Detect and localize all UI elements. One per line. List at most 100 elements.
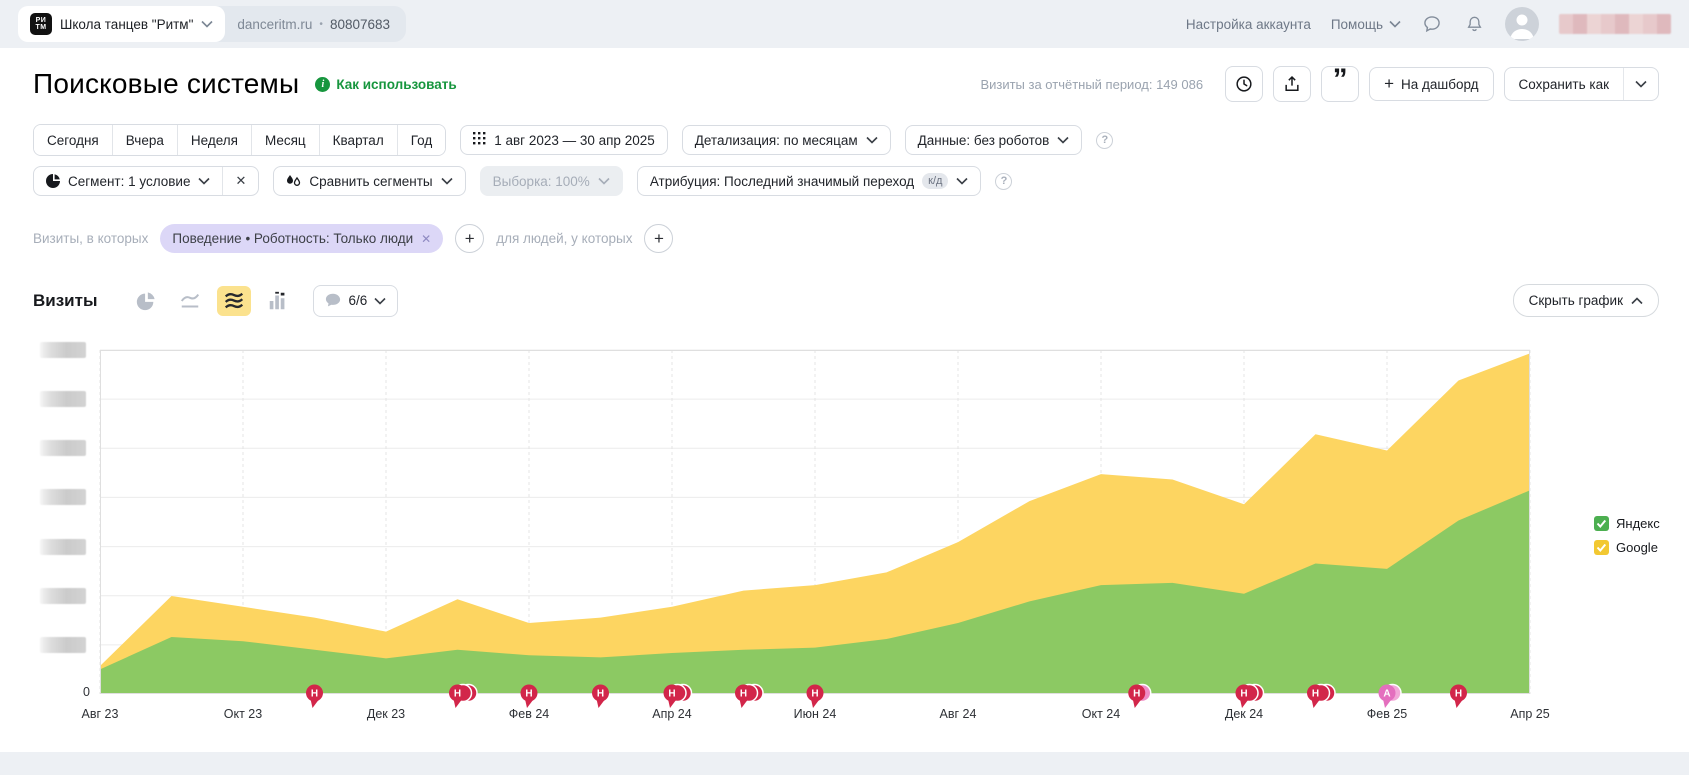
svg-text:Фев 24: Фев 24 — [509, 707, 550, 721]
help-question-icon[interactable]: ? — [1096, 132, 1113, 149]
chevron-down-icon — [198, 177, 210, 185]
svg-text:А: А — [1383, 689, 1390, 700]
plus-icon: + — [1384, 74, 1394, 94]
range-quarter[interactable]: Квартал — [319, 125, 397, 155]
save-as-menu-toggle[interactable] — [1623, 68, 1658, 100]
chart-type-columns-icon[interactable] — [261, 286, 295, 316]
quotes-annotations-button[interactable]: ” — [1321, 66, 1359, 102]
segment-label: Сегмент: 1 условие — [68, 174, 190, 189]
attribution-badge: к/д — [922, 173, 948, 189]
range-year[interactable]: Год — [397, 125, 446, 155]
metric-label: Визиты — [33, 291, 97, 311]
to-dashboard-button[interactable]: + На дашборд — [1369, 67, 1493, 101]
visits-period-summary: Визиты за отчётный период: 149 086 — [980, 77, 1203, 92]
chart-type-pie-icon[interactable] — [129, 286, 163, 316]
data-mode-label: Данные: без роботов — [918, 133, 1050, 148]
svg-text:Окт 23: Окт 23 — [224, 707, 262, 721]
svg-text:Апр 24: Апр 24 — [652, 707, 691, 721]
account-settings-link[interactable]: Настройка аккаунта — [1186, 17, 1311, 32]
add-visit-condition-button[interactable]: + — [455, 224, 484, 253]
date-range-button[interactable]: 1 авг 2023 — 30 апр 2025 — [460, 125, 668, 155]
svg-text:Н: Н — [1455, 689, 1462, 700]
how-to-use-link[interactable]: i Как использовать — [315, 77, 456, 92]
chevron-down-icon — [866, 136, 878, 144]
chat-bubble-icon[interactable] — [1421, 13, 1443, 35]
sampling-dropdown[interactable]: Выборка: 100% — [480, 166, 623, 196]
legend-yandex-label: Яндекс — [1616, 516, 1660, 531]
svg-text:Н: Н — [525, 689, 532, 700]
date-filters-row: Сегодня Вчера Неделя Месяц Квартал Год 1… — [33, 124, 1113, 156]
save-as-button[interactable]: Сохранить как — [1505, 68, 1623, 100]
chevron-down-icon — [374, 297, 386, 305]
hide-chart-button[interactable]: Скрыть график — [1513, 284, 1659, 317]
avatar[interactable] — [1505, 7, 1539, 41]
stacked-area-plot[interactable]: Авг 23Окт 23Дек 23Фев 24Апр 24Июн 24Авг … — [100, 350, 1530, 754]
segment-clear-button[interactable]: ✕ — [222, 167, 258, 195]
for-people-label: для людей, у которых — [496, 231, 632, 246]
svg-text:Н: Н — [311, 689, 318, 700]
svg-text:Дек 23: Дек 23 — [367, 707, 405, 721]
add-people-condition-button[interactable]: + — [644, 224, 673, 253]
svg-text:Дек 24: Дек 24 — [1225, 707, 1263, 721]
chart-toolbar: Визиты 6/6 Скрыть график — [33, 284, 1659, 317]
range-month[interactable]: Месяц — [251, 125, 319, 155]
svg-text:Н: Н — [454, 689, 461, 700]
svg-text:Авг 24: Авг 24 — [940, 707, 977, 721]
chip-close-icon[interactable]: ✕ — [421, 232, 431, 246]
chart-type-line-icon[interactable] — [173, 286, 207, 316]
chart-legend: Яндекс Google — [1594, 516, 1660, 555]
chart-type-stacked-area-icon[interactable] — [217, 286, 251, 316]
report-card: Поисковые системы i Как использовать Виз… — [0, 48, 1689, 752]
site-switcher[interactable]: РИТМ Школа танцев "Ритм" — [18, 6, 225, 42]
legend-item-google[interactable]: Google — [1594, 540, 1660, 555]
counter-id: 80807683 — [330, 17, 390, 32]
pie-segment-icon — [46, 174, 60, 188]
legend-google-checkbox[interactable] — [1594, 540, 1609, 555]
how-to-use-label: Как использовать — [336, 77, 456, 92]
compare-segments-dropdown[interactable]: Сравнить сегменты — [273, 166, 465, 196]
conditions-row: Визиты, в которых Поведение • Роботность… — [33, 224, 673, 253]
export-button[interactable] — [1273, 66, 1311, 102]
comments-dropdown[interactable]: 6/6 — [313, 285, 398, 317]
chevron-down-icon — [598, 177, 610, 185]
y-axis-zero-label: 0 — [52, 685, 90, 699]
counter-switcher-group: РИТМ Школа танцев "Ритм" danceritm.ru • … — [18, 6, 406, 42]
svg-text:Апр 25: Апр 25 — [1510, 707, 1549, 721]
info-icon: i — [315, 77, 330, 92]
segments-row: Сегмент: 1 условие ✕ Сравнить сегменты В… — [33, 166, 1012, 196]
site-name: Школа танцев "Ритм" — [60, 17, 193, 32]
behavior-robots-chip[interactable]: Поведение • Роботность: Только люди ✕ — [160, 224, 443, 253]
segment-dropdown[interactable]: Сегмент: 1 условие — [34, 167, 222, 195]
range-week[interactable]: Неделя — [177, 125, 251, 155]
legend-google-label: Google — [1616, 540, 1658, 555]
to-dashboard-label: На дашборд — [1401, 77, 1479, 92]
counter-domain: danceritm.ru — [237, 17, 312, 32]
help-menu[interactable]: Помощь — [1331, 15, 1401, 33]
history-clock-button[interactable] — [1225, 66, 1263, 102]
report-header: Поисковые системы i Как использовать Виз… — [33, 66, 1659, 102]
topbar: РИТМ Школа танцев "Ритм" danceritm.ru • … — [0, 0, 1689, 48]
range-today[interactable]: Сегодня — [34, 125, 112, 155]
svg-text:Н: Н — [1240, 689, 1247, 700]
attribution-label: Атрибуция: Последний значимый переход — [650, 174, 914, 189]
data-mode-dropdown[interactable]: Данные: без роботов — [905, 125, 1083, 155]
compare-segments-label: Сравнить сегменты — [309, 174, 432, 189]
attribution-dropdown[interactable]: Атрибуция: Последний значимый переход к/… — [637, 166, 982, 196]
chevron-down-icon — [1057, 136, 1069, 144]
site-logo: РИТМ — [30, 13, 52, 35]
notifications-bell-icon[interactable] — [1463, 13, 1485, 35]
svg-text:Н: Н — [1133, 689, 1140, 700]
range-yesterday[interactable]: Вчера — [112, 125, 177, 155]
svg-text:Окт 24: Окт 24 — [1082, 707, 1120, 721]
legend-yandex-checkbox[interactable] — [1594, 516, 1609, 531]
redacted-username — [1559, 14, 1671, 34]
legend-item-yandex[interactable]: Яндекс — [1594, 516, 1660, 531]
save-as-split-button: Сохранить как — [1504, 67, 1659, 101]
sampling-label: Выборка: 100% — [493, 174, 590, 189]
hide-chart-label: Скрыть график — [1529, 293, 1623, 308]
segment-control: Сегмент: 1 условие ✕ — [33, 166, 259, 196]
help-question-icon[interactable]: ? — [995, 173, 1012, 190]
chevron-down-icon — [1389, 15, 1401, 33]
comments-count: 6/6 — [348, 293, 367, 308]
detalization-dropdown[interactable]: Детализация: по месяцам — [682, 125, 891, 155]
